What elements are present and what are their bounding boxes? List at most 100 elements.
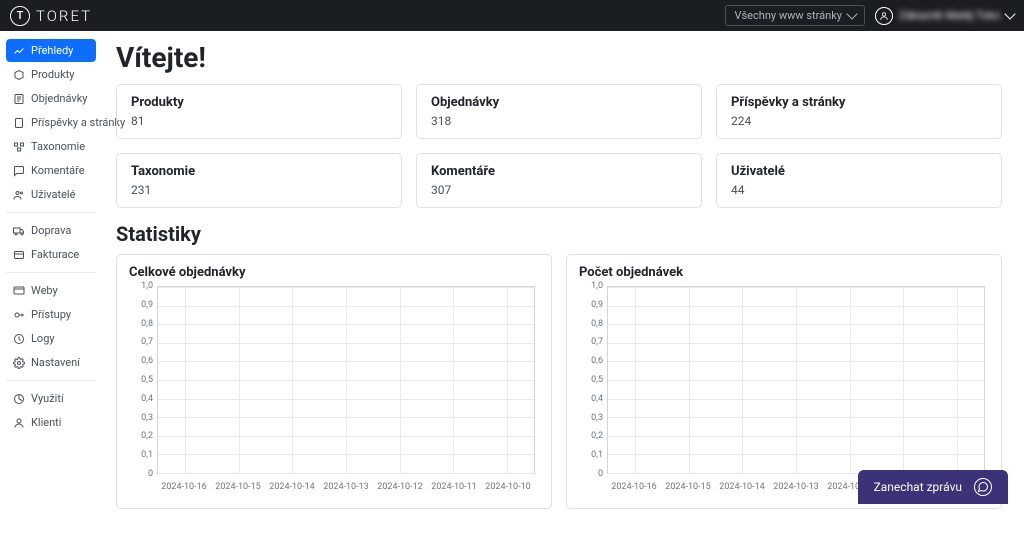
sidebar: PřehledyProdukty Objednávky Příspěvky a st… <box>0 31 102 559</box>
nav-icon <box>13 225 25 237</box>
sidebar-item-uživatelé[interactable]: Uživatelé <box>6 183 96 206</box>
y-tick: 1,0 <box>591 281 603 291</box>
nav-icon <box>13 393 25 405</box>
nav-icon <box>13 249 25 261</box>
nav-icon <box>13 357 25 369</box>
sidebar-item-využití[interactable]: Využití <box>6 387 96 410</box>
x-tick: 2024-10-14 <box>269 482 314 492</box>
x-tick: 2024-10-10 <box>485 482 530 492</box>
y-tick: 0,5 <box>141 375 153 385</box>
stats-section-title: Statistiky <box>116 222 1002 246</box>
stat-value: 307 <box>431 183 687 197</box>
sidebar-item-klienti[interactable]: Klienti <box>6 411 96 434</box>
nav-icon <box>13 45 25 57</box>
sidebar-item-logy[interactable]: Logy <box>6 327 96 350</box>
nav-icon <box>13 165 25 177</box>
stat-value: 44 <box>731 183 987 197</box>
sidebar-item-label: Klienti <box>31 416 61 429</box>
sidebar-item-produkty[interactable]: Produkty <box>6 63 96 86</box>
nav-icon <box>13 285 25 297</box>
nav-separator <box>6 212 96 213</box>
y-tick: 0 <box>148 469 153 479</box>
sidebar-item-přehledy[interactable]: Přehledy <box>6 39 96 62</box>
x-tick: 2024-10-12 <box>377 482 422 492</box>
nav-separator <box>6 380 96 381</box>
y-tick: 0,6 <box>141 356 153 366</box>
y-tick: 0,3 <box>141 413 153 423</box>
x-tick: 2024-10-15 <box>215 482 260 492</box>
sidebar-item-label: Weby <box>31 284 58 297</box>
sidebar-item-label: Taxonomie <box>31 140 85 153</box>
nav-icon <box>13 189 25 201</box>
site-selector[interactable]: Všechny www stránky <box>725 5 865 26</box>
sidebar-item-label: Komentáře <box>31 164 85 177</box>
nav-icon <box>13 309 25 321</box>
sidebar-item-příspěvky-a-stránky[interactable]: Příspěvky a stránky <box>6 111 96 134</box>
y-tick: 0,2 <box>141 431 153 441</box>
stat-label: Komentáře <box>431 164 687 179</box>
chart-card: Celkové objednávky1,00,90,80,70,60,50,40… <box>116 254 552 509</box>
sidebar-item-doprava[interactable]: Doprava <box>6 219 96 242</box>
stat-label: Uživatelé <box>731 164 987 179</box>
y-tick: 0,8 <box>141 319 153 329</box>
sidebar-item-objednávky[interactable]: Objednávky <box>6 87 96 110</box>
nav-icon <box>13 333 25 345</box>
stat-card[interactable]: Objednávky 318 <box>416 84 702 139</box>
sidebar-item-label: Využití <box>31 392 64 405</box>
chevron-down-icon <box>846 8 857 19</box>
x-tick: 2024-10-13 <box>773 482 818 492</box>
y-tick: 0,8 <box>591 319 603 329</box>
y-tick: 0,6 <box>591 356 603 366</box>
y-tick: 0,3 <box>591 413 603 423</box>
stat-value: 81 <box>131 114 387 128</box>
stat-card[interactable]: Příspěvky a stránky 224 <box>716 84 1002 139</box>
y-tick: 0,7 <box>591 337 603 347</box>
brand-logo[interactable]: T TORET <box>10 6 92 26</box>
chevron-down-icon <box>1004 8 1015 19</box>
chart-area: 1,00,90,80,70,60,50,40,30,20,102024-10-1… <box>579 286 989 496</box>
y-tick: 0,2 <box>591 431 603 441</box>
y-tick: 0,1 <box>141 450 153 460</box>
nav-icon <box>13 417 25 429</box>
y-tick: 0,7 <box>141 337 153 347</box>
user-avatar-icon <box>875 7 893 25</box>
sidebar-item-weby[interactable]: Weby <box>6 279 96 302</box>
stat-value: 318 <box>431 114 687 128</box>
stat-card[interactable]: Produkty 81 <box>116 84 402 139</box>
stat-card[interactable]: Komentáře 307 <box>416 153 702 208</box>
stat-label: Příspěvky a stránky <box>731 95 987 110</box>
sidebar-item-label: Fakturace <box>31 248 79 261</box>
sidebar-item-nastavení[interactable]: Nastavení <box>6 351 96 374</box>
nav-separator <box>6 272 96 273</box>
sidebar-item-fakturace[interactable]: Fakturace <box>6 243 96 266</box>
page-title: Vítejte! <box>116 41 1002 74</box>
y-tick: 0,4 <box>141 394 153 404</box>
stat-card[interactable]: Uživatelé 44 <box>716 153 1002 208</box>
brand-name: TORET <box>36 7 92 25</box>
sidebar-item-taxonomie[interactable]: Taxonomie <box>6 135 96 158</box>
y-tick: 1,0 <box>141 281 153 291</box>
stat-value: 224 <box>731 114 987 128</box>
x-tick: 2024-10-16 <box>161 482 206 492</box>
x-tick: 2024-10-14 <box>719 482 764 492</box>
topbar: T TORET Všechny www stránky Zákazník Mat… <box>0 0 1024 31</box>
nav-icon <box>13 93 25 105</box>
site-selector-label: Všechny www stránky <box>734 9 842 22</box>
y-tick: 0,5 <box>591 375 603 385</box>
chat-label: Zanechat zprávu <box>874 480 962 494</box>
sidebar-item-label: Objednávky <box>31 92 88 105</box>
sidebar-item-label: Nastavení <box>31 356 80 369</box>
chat-widget[interactable]: Zanechat zprávu <box>858 470 1008 504</box>
stat-label: Objednávky <box>431 95 687 110</box>
x-tick: 2024-10-15 <box>665 482 710 492</box>
stat-label: Taxonomie <box>131 164 387 179</box>
user-menu[interactable]: Zákazník Matěj Toko <box>875 7 1014 25</box>
nav-icon <box>13 69 25 81</box>
nav-icon <box>13 141 25 153</box>
sidebar-item-přístupy[interactable]: Přístupy <box>6 303 96 326</box>
stat-label: Produkty <box>131 95 387 110</box>
sidebar-item-komentáře[interactable]: Komentáře <box>6 159 96 182</box>
sidebar-item-label: Logy <box>31 332 55 345</box>
chart-title: Počet objednávek <box>579 265 989 280</box>
stat-card[interactable]: Taxonomie231 <box>116 153 402 208</box>
